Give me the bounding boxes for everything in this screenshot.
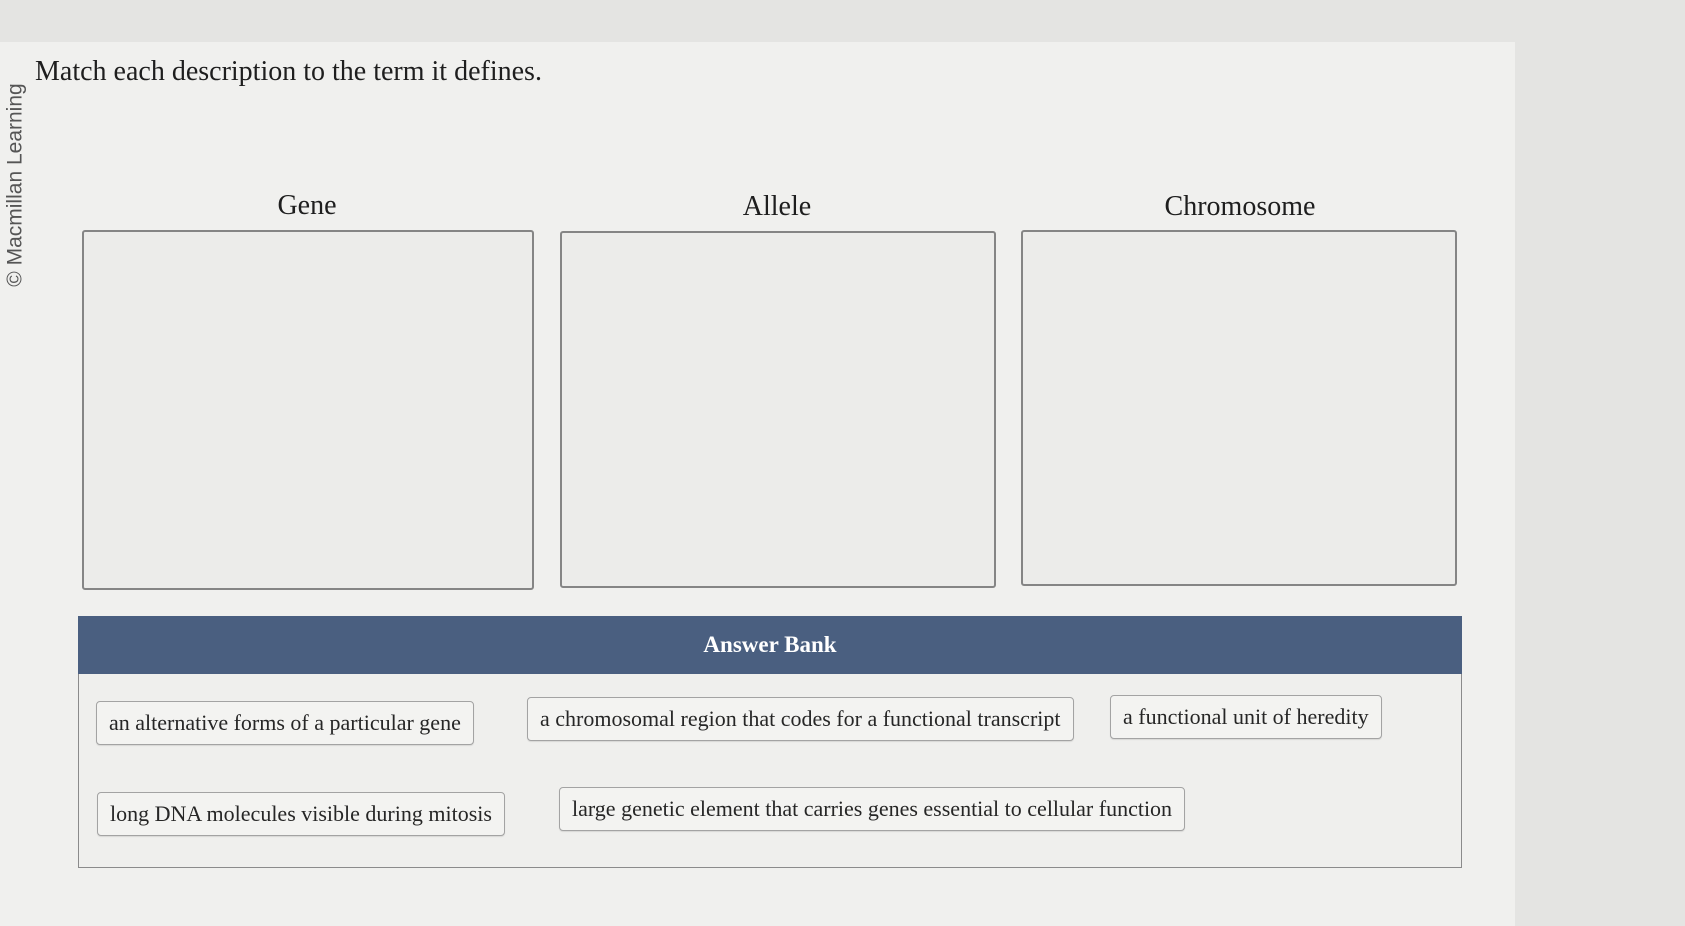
- question-instruction: Match each description to the term it de…: [35, 56, 542, 87]
- answer-chip-functional-unit[interactable]: a functional unit of heredity: [1110, 695, 1382, 739]
- copyright-credit: © Macmillan Learning: [4, 82, 27, 287]
- term-label-gene: Gene: [277, 190, 337, 221]
- drop-zone-chromosome[interactable]: [1021, 230, 1457, 586]
- term-label-allele: Allele: [742, 191, 812, 222]
- answer-chip-alternative-forms[interactable]: an alternative forms of a particular gen…: [96, 701, 474, 745]
- answer-bank-header: Answer Bank: [78, 616, 1462, 674]
- drop-zone-gene[interactable]: [82, 230, 534, 590]
- drop-zone-allele[interactable]: [560, 231, 996, 588]
- answer-chip-large-genetic-element[interactable]: large genetic element that carries genes…: [559, 787, 1186, 831]
- answer-chip-long-dna-molecules[interactable]: long DNA molecules visible during mitosi…: [97, 792, 505, 836]
- answer-chip-chromosomal-region[interactable]: a chromosomal region that codes for a fu…: [527, 697, 1074, 741]
- term-label-chromosome: Chromosome: [1164, 191, 1316, 222]
